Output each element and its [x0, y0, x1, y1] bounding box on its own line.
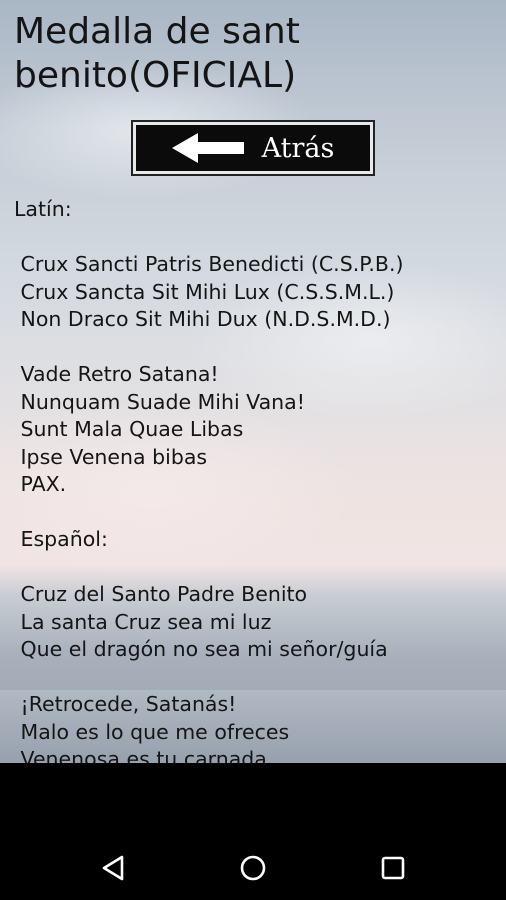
prayer-line: Crux Sancta Sit Mihi Lux (C.S.S.M.L.) — [14, 279, 395, 304]
prayer-line: Venenosa es tu carnada — [14, 747, 267, 763]
prayer-line: Cruz del Santo Padre Benito — [14, 582, 308, 606]
prayer-line: Nunquam Suade Mihi Vana! — [14, 389, 305, 414]
prayer-line: Sunt Mala Quae Libas — [14, 417, 244, 441]
prayer-line: Que el dragón no sea mi señor/guía — [14, 637, 388, 661]
prayer-line — [14, 224, 494, 252]
page-title: Medalla de sant benito(OFICIAL) — [14, 11, 300, 96]
prayer-line — [14, 664, 494, 692]
back-button[interactable]: Atrás — [131, 120, 375, 176]
back-triangle-icon — [102, 855, 124, 881]
prayer-line — [14, 334, 494, 362]
recents-square-icon — [381, 856, 405, 880]
nav-home-button[interactable] — [233, 848, 273, 888]
prayer-line: Español: — [14, 527, 108, 551]
prayer-line: Malo es lo que me ofreces — [14, 719, 290, 744]
prayer-line: ¡Retrocede, Satanás! — [14, 692, 237, 716]
prayer-line: Non Draco Sit Mihi Dux (N.D.S.M.D.) — [14, 307, 391, 331]
prayer-line: La santa Cruz sea mi luz — [14, 609, 272, 634]
home-circle-icon — [240, 855, 266, 881]
prayer-text: Latín: Crux Sancti Patris Benedicti (C.S… — [14, 196, 494, 763]
arrow-left-icon — [171, 133, 244, 163]
app-screen: Medalla de sant benito(OFICIAL) Atrás La… — [0, 0, 506, 763]
nav-recents-button[interactable] — [373, 848, 413, 888]
prayer-line: Latín: — [14, 197, 72, 221]
prayer-line: Ipse Venena bibas — [14, 444, 208, 469]
prayer-line: Vade Retro Satana! — [14, 362, 219, 386]
prayer-line: PAX. — [14, 472, 67, 496]
prayer-line: Crux Sancti Patris Benedicti (C.S.P.B.) — [14, 252, 404, 276]
nav-back-button[interactable] — [93, 848, 133, 888]
prayer-line — [14, 499, 494, 527]
prayer-line — [14, 554, 494, 582]
back-button-label: Atrás — [261, 132, 335, 164]
